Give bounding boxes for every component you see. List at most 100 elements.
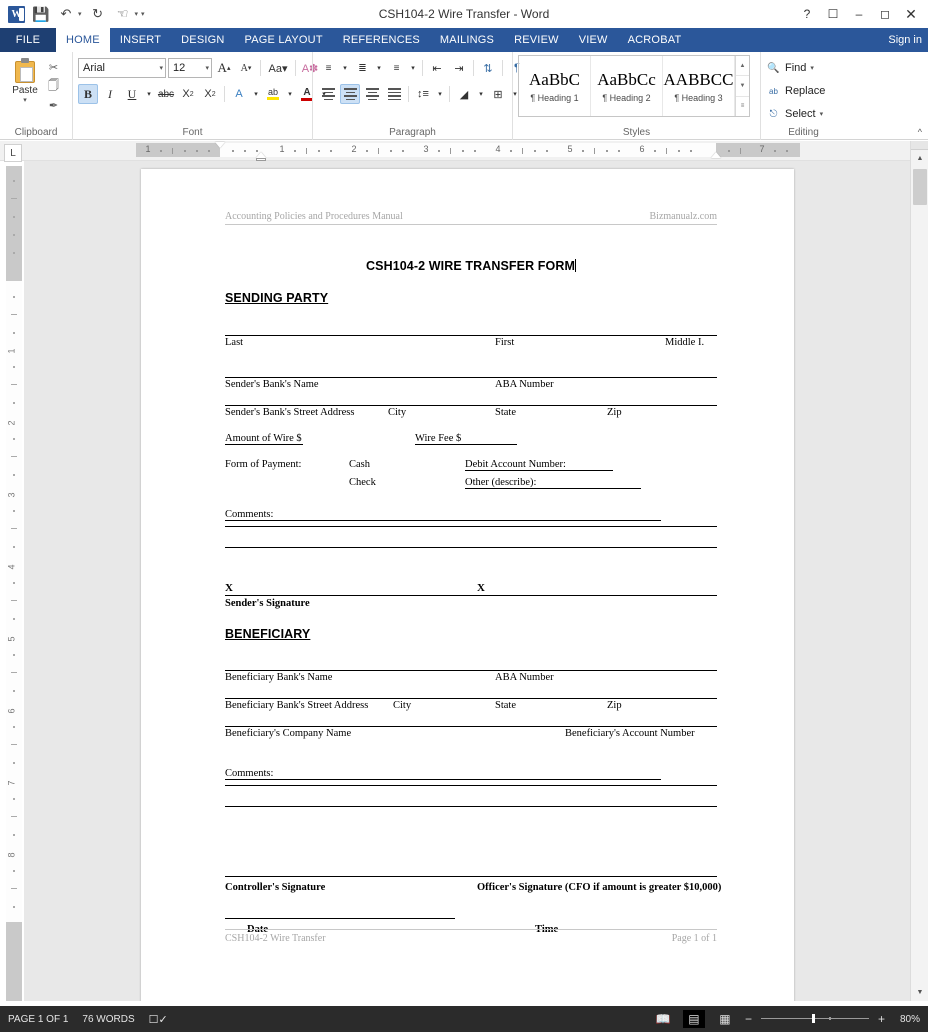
comments-line-3[interactable]	[225, 547, 717, 568]
text-effects-dropdown-icon[interactable]: ▾	[251, 84, 261, 104]
tab-file[interactable]: FILE	[0, 28, 56, 52]
scrollbar-thumb[interactable]	[913, 169, 927, 205]
numbering-dropdown-icon[interactable]: ▾	[374, 58, 384, 78]
horizontal-ruler[interactable]: 1 1 2 3 4 5 6 7	[0, 141, 910, 161]
styles-more-icon[interactable]: ≡	[736, 97, 749, 116]
read-mode-icon[interactable]: 📖	[652, 1010, 674, 1028]
cut-icon[interactable]: ✂	[45, 60, 62, 75]
print-layout-icon[interactable]: ▤	[682, 1010, 705, 1028]
styles-scroll-up-icon[interactable]: ▲	[736, 56, 749, 77]
align-center-icon[interactable]	[340, 84, 360, 104]
scroll-up-icon[interactable]: ▲	[911, 150, 928, 167]
strikethrough-icon[interactable]: abc	[156, 84, 176, 104]
bullets-dropdown-icon[interactable]: ▾	[340, 58, 350, 78]
format-painter-icon[interactable]: ✒	[45, 98, 62, 113]
font-size-combo[interactable]: 12 ▾	[168, 58, 212, 78]
bullets-icon[interactable]: ≡	[318, 58, 338, 78]
paste-dropdown-icon[interactable]: ▾	[5, 96, 45, 104]
tab-page-layout[interactable]: PAGE LAYOUT	[235, 28, 333, 52]
shrink-font-icon[interactable]: A ▾	[236, 58, 256, 78]
page-indicator[interactable]: PAGE 1 OF 1	[8, 1014, 68, 1025]
zoom-level-label[interactable]: 80%	[894, 1014, 920, 1025]
paste-button[interactable]: Paste ▾	[5, 58, 45, 104]
proofing-status-icon[interactable]: ☐✓	[149, 1013, 168, 1026]
change-case-icon[interactable]: Aa▾	[265, 58, 291, 78]
tab-mailings[interactable]: MAILINGS	[430, 28, 504, 52]
scroll-down-icon[interactable]: ▼	[911, 984, 928, 1001]
tab-acrobat[interactable]: ACROBAT	[618, 28, 692, 52]
ribbon-display-options-button[interactable]: ☐	[820, 1, 846, 27]
line-spacing-dropdown-icon[interactable]: ▾	[435, 84, 445, 104]
align-right-icon[interactable]	[362, 84, 382, 104]
copy-icon[interactable]: 🗍	[45, 79, 62, 94]
increase-indent-icon[interactable]: ⇥	[449, 58, 469, 78]
touch-mode-dropdown-icon[interactable]: ▾	[135, 10, 139, 18]
vertical-scrollbar[interactable]: ▲ ▼	[910, 141, 928, 1001]
help-button[interactable]: ?	[794, 1, 820, 27]
zoom-in-button[interactable]: +	[878, 1012, 885, 1026]
find-dropdown-icon[interactable]: ▾	[810, 64, 814, 72]
grow-font-icon[interactable]: A ▴	[214, 58, 234, 78]
bold-icon[interactable]: B	[78, 84, 98, 104]
multilevel-dropdown-icon[interactable]: ▾	[408, 58, 418, 78]
first-line-indent-marker[interactable]	[215, 142, 225, 148]
tab-references[interactable]: REFERENCES	[333, 28, 430, 52]
borders-icon[interactable]: ⊞	[488, 84, 508, 104]
font-name-combo[interactable]: Arial ▾	[78, 58, 166, 78]
sign-in-link[interactable]: Sign in	[888, 28, 922, 52]
font-size-chevron-down-icon[interactable]: ▾	[202, 64, 209, 72]
zoom-out-button[interactable]: −	[745, 1012, 752, 1026]
style-heading-3[interactable]: AABBCС ¶ Heading 3	[663, 56, 735, 116]
superscript-icon[interactable]: X2	[200, 84, 220, 104]
web-layout-icon[interactable]: ▦	[714, 1010, 736, 1028]
close-button[interactable]: ✕	[898, 1, 924, 27]
collapse-ribbon-icon[interactable]: ^	[918, 127, 922, 137]
tab-view[interactable]: VIEW	[569, 28, 618, 52]
redo-icon[interactable]: ↻	[89, 5, 107, 23]
zoom-slider[interactable]	[760, 1012, 869, 1026]
right-indent-marker[interactable]	[711, 152, 721, 158]
undo-dropdown-icon[interactable]: ▾	[78, 10, 82, 18]
tab-design[interactable]: DESIGN	[171, 28, 234, 52]
restore-button[interactable]: ◻	[872, 1, 898, 27]
find-button[interactable]: 🔍 Find ▾	[766, 58, 814, 78]
word-count[interactable]: 76 WORDS	[82, 1014, 134, 1025]
shading-icon[interactable]: ◢	[454, 84, 474, 104]
save-icon[interactable]: 💾	[32, 5, 50, 23]
customize-quick-access-icon[interactable]: ▾	[141, 10, 145, 18]
underline-dropdown-icon[interactable]: ▾	[144, 84, 154, 104]
replace-button[interactable]: ab Replace	[766, 81, 825, 101]
comments2-line-2[interactable]	[225, 785, 717, 806]
touch-mode-icon[interactable]: ☜	[114, 5, 132, 23]
tab-stop-selector[interactable]: L	[4, 144, 22, 162]
tab-insert[interactable]: INSERT	[110, 28, 171, 52]
multilevel-list-icon[interactable]: ≡	[386, 58, 406, 78]
split-window-handle[interactable]	[911, 141, 928, 150]
numbering-icon[interactable]: ≣	[352, 58, 372, 78]
decrease-indent-icon[interactable]: ⇤	[427, 58, 447, 78]
text-highlight-color-icon[interactable]: ab	[263, 84, 283, 104]
subscript-icon[interactable]: X2	[178, 84, 198, 104]
select-button[interactable]: ⎋ Select ▾	[766, 104, 824, 124]
tab-review[interactable]: REVIEW	[504, 28, 569, 52]
shading-dropdown-icon[interactable]: ▾	[476, 84, 486, 104]
select-dropdown-icon[interactable]: ▾	[820, 110, 824, 118]
comments2-line-3[interactable]	[225, 806, 717, 827]
styles-scroll-down-icon[interactable]: ▼	[736, 76, 749, 97]
vertical-ruler[interactable]: 1 2 3 4 5 6 7 8	[6, 166, 22, 1001]
justify-icon[interactable]	[384, 84, 404, 104]
cash-option-label[interactable]: Cash	[349, 459, 370, 470]
text-effects-icon[interactable]: A	[229, 84, 249, 104]
undo-icon[interactable]: ↶	[57, 5, 75, 23]
underline-icon[interactable]: U	[122, 84, 142, 104]
sort-icon[interactable]: ⇅	[478, 58, 498, 78]
align-left-icon[interactable]	[318, 84, 338, 104]
highlight-dropdown-icon[interactable]: ▾	[285, 84, 295, 104]
document-page[interactable]: Accounting Policies and Procedures Manua…	[141, 169, 794, 1001]
font-name-chevron-down-icon[interactable]: ▾	[156, 64, 163, 72]
minimize-button[interactable]: –	[846, 1, 872, 27]
line-spacing-icon[interactable]: ↕≡	[413, 84, 433, 104]
style-heading-1[interactable]: AaBbC ¶ Heading 1	[519, 56, 591, 116]
style-heading-2[interactable]: AaBbCc ¶ Heading 2	[591, 56, 663, 116]
comments-line-2[interactable]	[225, 526, 717, 547]
